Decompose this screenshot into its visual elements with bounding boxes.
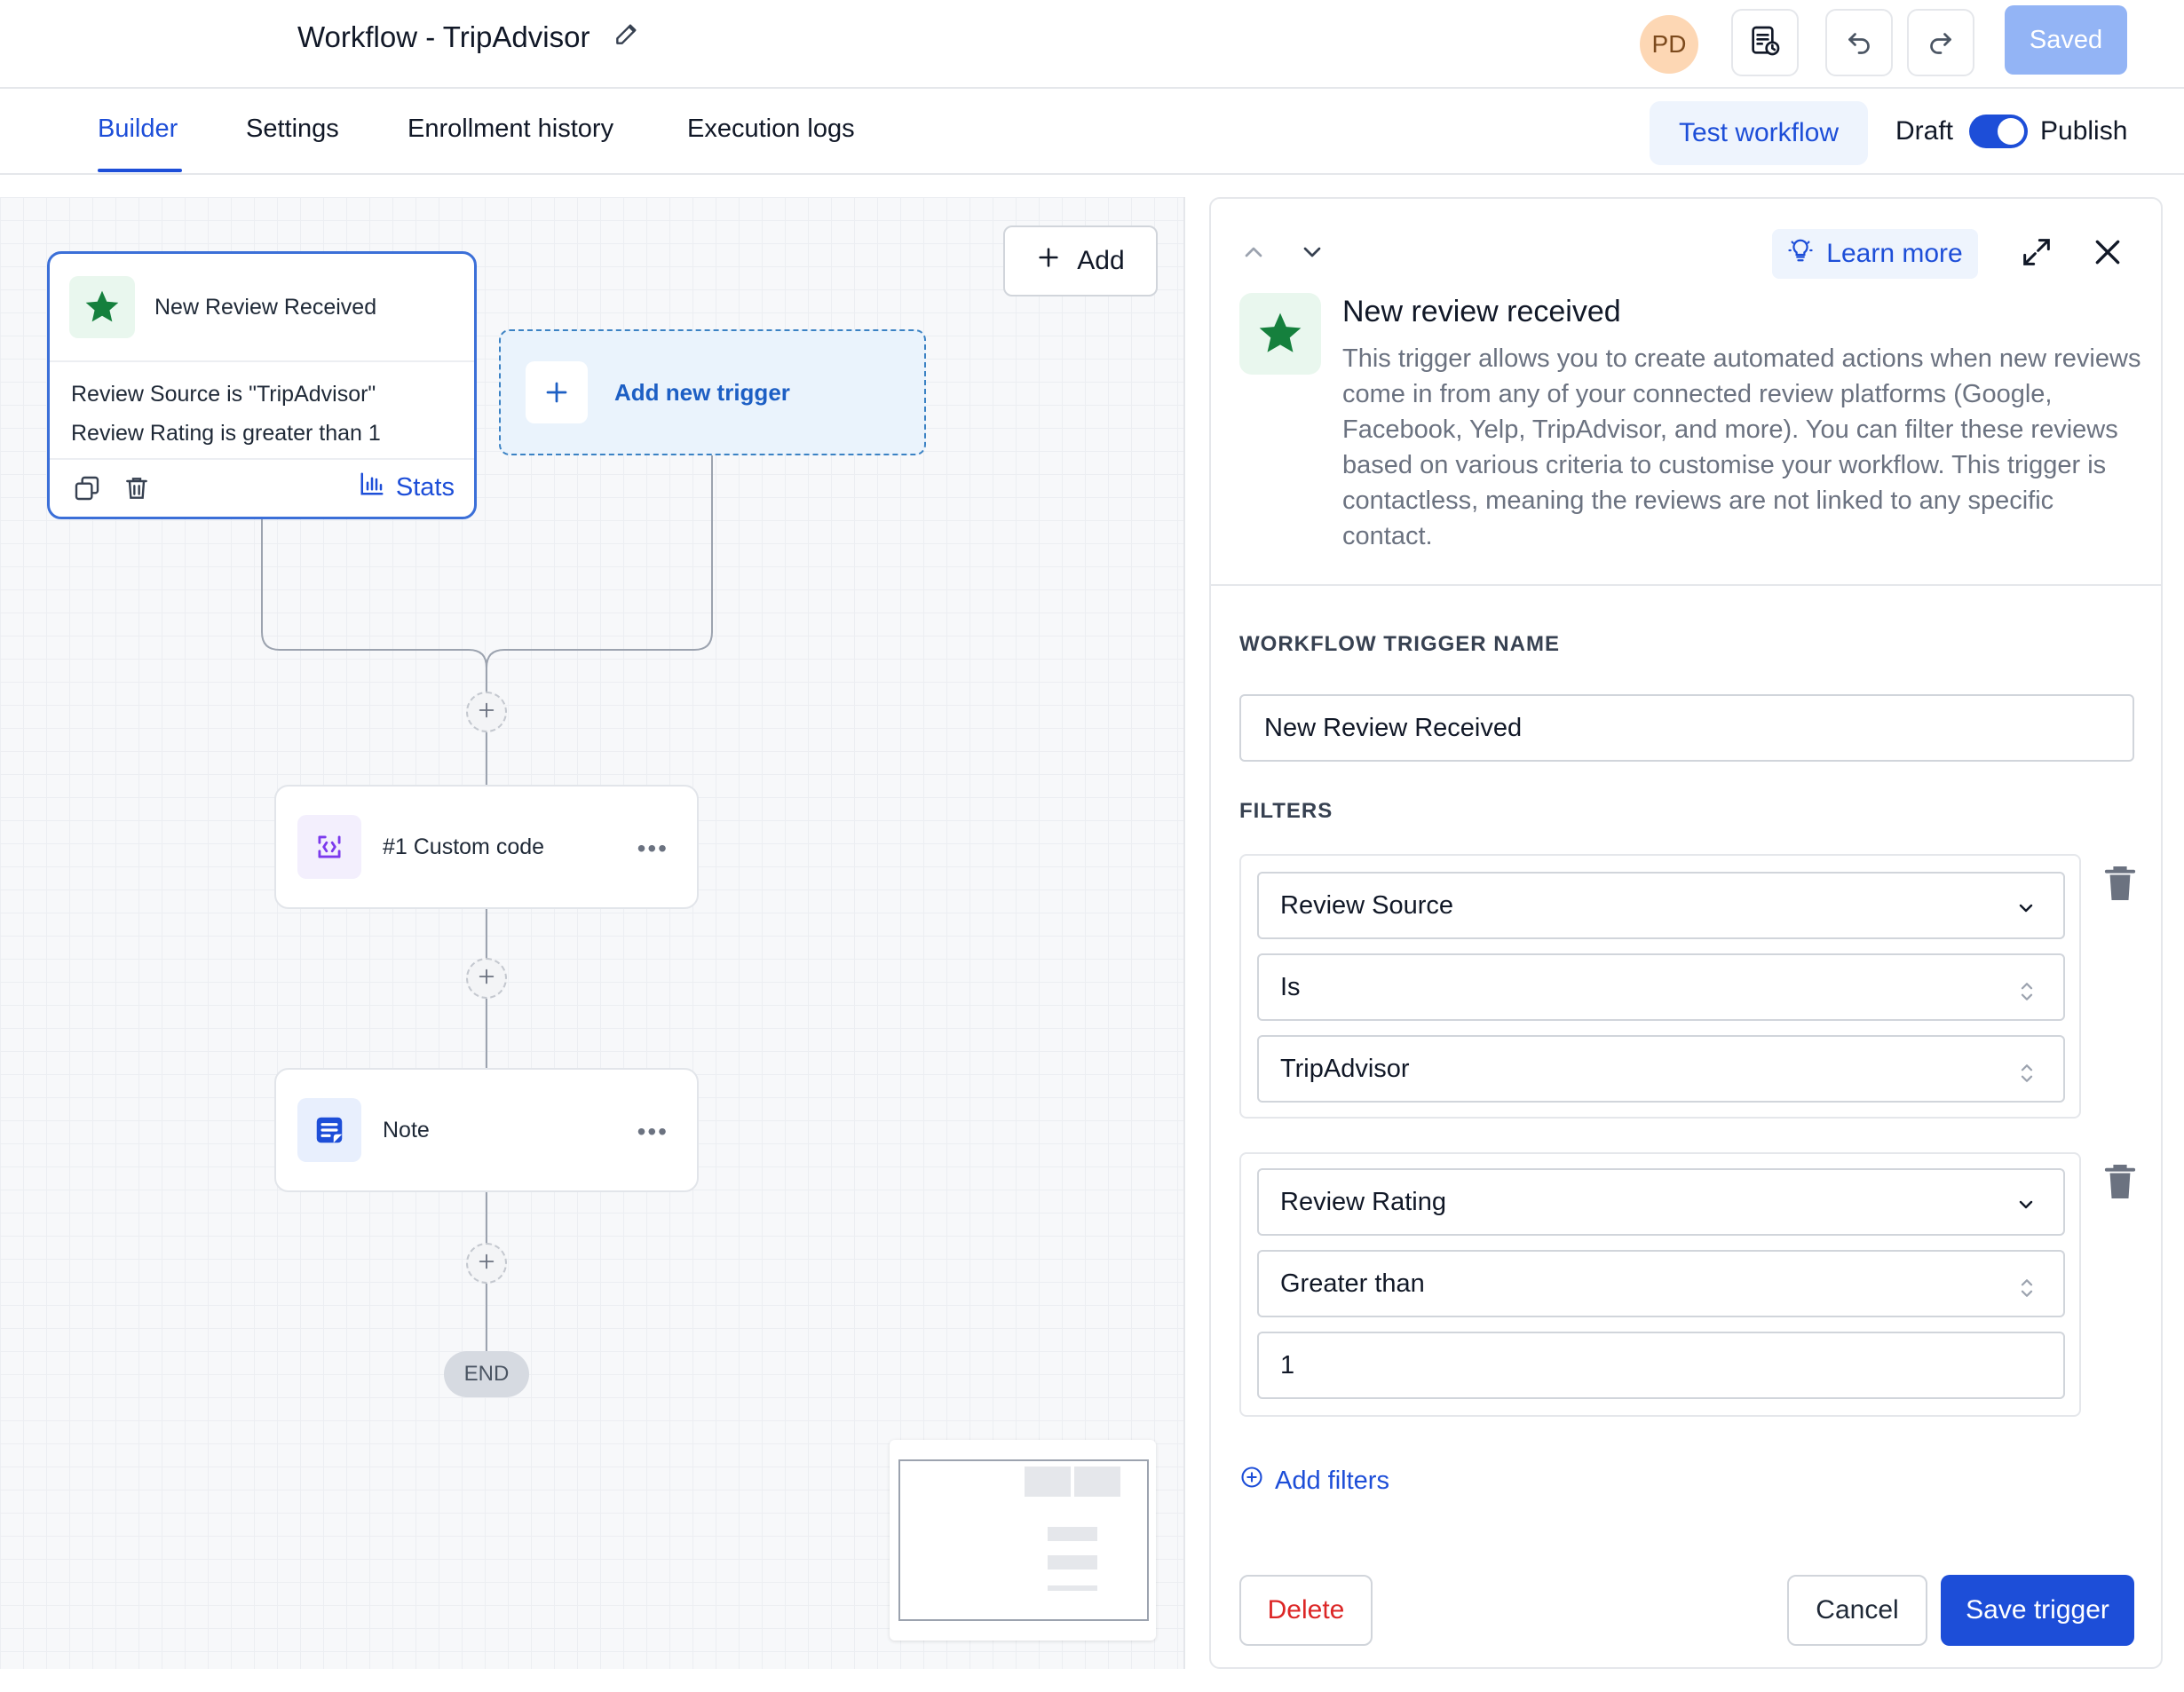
add-step-button[interactable] [466, 692, 507, 732]
publish-label: Publish [2040, 116, 2128, 146]
redo-button[interactable] [1907, 9, 1974, 76]
trigger-card[interactable]: New Review Received Review Source is "Tr… [47, 251, 477, 519]
add-filters-button[interactable]: Add filters [1239, 1465, 1389, 1497]
trigger-card-footer: Stats [50, 458, 474, 517]
filter-operator-value: Is [1280, 972, 1301, 1001]
sort-arrows-icon [2017, 1060, 2037, 1094]
test-workflow-button[interactable]: Test workflow [1650, 101, 1868, 165]
trigger-card-title: New Review Received [154, 294, 377, 320]
chevron-up-icon[interactable] [1239, 238, 1268, 271]
minimap[interactable] [890, 1440, 1156, 1641]
star-icon [69, 276, 135, 338]
trigger-condition: Review Source is "TripAdvisor" [71, 382, 376, 407]
toggle-knob [1998, 118, 2024, 145]
minimap-node [1025, 1467, 1071, 1497]
delete-button[interactable]: Delete [1239, 1575, 1373, 1646]
filter-value: TripAdvisor [1280, 1054, 1410, 1083]
bar-chart-icon [359, 470, 385, 504]
add-step-button[interactable] [466, 1243, 507, 1284]
chevron-down-icon[interactable] [1298, 238, 1326, 271]
filters-label: FILTERS [1239, 799, 1333, 823]
trigger-description: This trigger allows you to create automa… [1342, 344, 2141, 550]
chevron-down-icon [2015, 897, 2037, 926]
delete-filter-icon[interactable] [2103, 865, 2137, 906]
more-options-icon[interactable]: ••• [637, 834, 669, 863]
avatar[interactable]: PD [1640, 15, 1698, 74]
lightbulb-icon [1787, 237, 1814, 271]
trigger-card-conditions: Review Source is "TripAdvisor" Review Ra… [50, 362, 474, 453]
filter-field-value: Review Rating [1280, 1187, 1446, 1216]
learn-more-button[interactable]: Learn more [1772, 229, 1978, 279]
star-icon [1239, 293, 1321, 375]
cancel-button[interactable]: Cancel [1787, 1575, 1927, 1646]
filter-field-value: Review Source [1280, 890, 1454, 920]
audit-log-button[interactable] [1731, 9, 1799, 76]
trigger-card-header: New Review Received [50, 254, 474, 362]
add-filters-label: Add filters [1275, 1466, 1389, 1495]
code-icon [297, 815, 361, 879]
filter-group: Review Rating Greater than 1 [1239, 1152, 2081, 1417]
action-node-custom-code[interactable]: #1 Custom code ••• [274, 785, 699, 909]
plus-icon [477, 967, 496, 991]
note-icon [297, 1098, 361, 1162]
expand-icon[interactable] [2019, 234, 2054, 274]
filter-value-input[interactable]: 1 [1257, 1332, 2065, 1399]
plus-icon [1036, 245, 1061, 277]
publish-toggle[interactable] [1969, 115, 2028, 148]
add-step-button[interactable] [466, 958, 507, 999]
add-button-label: Add [1077, 246, 1125, 275]
stats-label: Stats [395, 472, 455, 502]
undo-button[interactable] [1825, 9, 1893, 76]
minimap-node [1048, 1555, 1097, 1569]
copy-icon[interactable] [73, 474, 101, 507]
add-new-trigger-label: Add new trigger [614, 378, 790, 406]
filter-value: 1 [1280, 1350, 1295, 1380]
chevron-down-icon [2015, 1193, 2037, 1222]
filter-operator-value: Greater than [1280, 1269, 1425, 1298]
redo-icon [1925, 25, 1957, 61]
action-node-label: Note [383, 1117, 430, 1142]
undo-icon [1843, 25, 1875, 61]
minimap-node [1048, 1527, 1097, 1541]
plus-icon [477, 1252, 496, 1276]
add-new-trigger-card[interactable]: Add new trigger [499, 329, 926, 455]
filter-group: Review Source Is TripAdvisor [1239, 854, 2081, 1119]
plus-circle-icon [1239, 1465, 1264, 1497]
sort-arrows-icon [2017, 1275, 2037, 1309]
saved-button[interactable]: Saved [2005, 5, 2127, 75]
sort-arrows-icon [2017, 978, 2037, 1012]
more-options-icon[interactable]: ••• [637, 1118, 669, 1146]
trigger-title: New review received [1342, 295, 1621, 328]
trigger-name-input[interactable]: New Review Received [1239, 694, 2134, 762]
minimap-node [1074, 1467, 1120, 1497]
trigger-condition: Review Rating is greater than 1 [71, 421, 381, 446]
learn-more-label: Learn more [1826, 239, 1963, 268]
filter-value-select[interactable]: TripAdvisor [1257, 1035, 2065, 1103]
plus-icon [477, 700, 496, 724]
filter-operator-select[interactable]: Greater than [1257, 1250, 2065, 1317]
trigger-settings-panel: Learn more New review received This trig… [1209, 197, 2163, 1669]
end-node: END [444, 1351, 529, 1397]
filter-field-select[interactable]: Review Rating [1257, 1168, 2065, 1236]
trash-icon[interactable] [123, 474, 151, 507]
action-node-label: #1 Custom code [383, 834, 545, 859]
filter-operator-select[interactable]: Is [1257, 953, 2065, 1021]
filter-field-select[interactable]: Review Source [1257, 872, 2065, 939]
draft-label: Draft [1895, 116, 1954, 146]
trigger-name-label: WORKFLOW TRIGGER NAME [1239, 632, 1560, 656]
stats-button[interactable]: Stats [359, 470, 455, 504]
minimap-node [1048, 1585, 1097, 1591]
close-icon[interactable] [2090, 234, 2125, 274]
delete-filter-icon[interactable] [2103, 1163, 2137, 1205]
document-history-icon [1747, 23, 1783, 63]
add-button[interactable]: Add [1003, 225, 1158, 296]
plus-icon [526, 361, 588, 423]
action-node-note[interactable]: Note ••• [274, 1068, 699, 1192]
divider [1211, 584, 2161, 586]
save-trigger-button[interactable]: Save trigger [1941, 1575, 2134, 1646]
